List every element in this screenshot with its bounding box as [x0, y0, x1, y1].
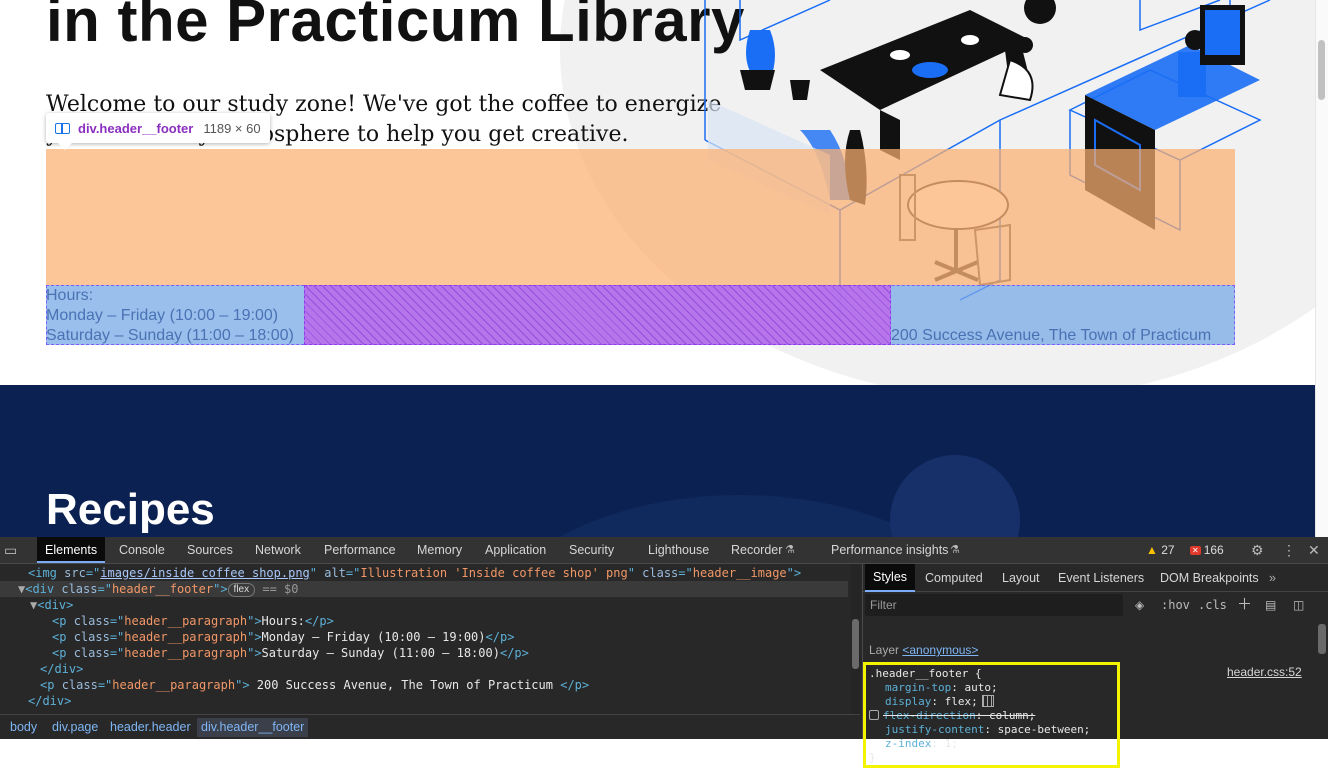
tab-security[interactable]: Security — [569, 537, 614, 563]
source-link[interactable]: header.css:52 — [1227, 665, 1302, 679]
flex-gap-overlay — [304, 285, 891, 345]
dom-node-p[interactable]: <p class="header__paragraph">Monday – Fr… — [52, 629, 514, 645]
close-icon[interactable]: ✕ — [1308, 537, 1320, 564]
inspect-tooltip: div.header__footer 1189 × 60 — [46, 113, 270, 150]
elements-scrollbar-thumb[interactable] — [852, 619, 859, 669]
tab-application[interactable]: Application — [485, 537, 546, 563]
tab-performance[interactable]: Performance — [324, 537, 396, 563]
decl-flex-direction[interactable]: flex-direction: column; — [869, 709, 1035, 723]
hov-toggle[interactable]: :hov — [1161, 594, 1190, 616]
web-page: in the Practicum Library Welcome to our … — [0, 0, 1315, 537]
flask-icon: ⚗ — [785, 544, 795, 556]
breadcrumb: body div.page header.header div.header__… — [0, 714, 860, 739]
tab-memory[interactable]: Memory — [417, 537, 462, 563]
tab-event-listeners[interactable]: Event Listeners — [1058, 564, 1144, 592]
devtools-panel: ▭ Elements Console Sources Network Perfo… — [0, 537, 1328, 768]
devtools-tabbar: ▭ Elements Console Sources Network Perfo… — [0, 537, 1328, 564]
hours-label: Hours: — [46, 287, 94, 304]
property-checkbox[interactable] — [869, 710, 879, 720]
flexbox-editor-icon[interactable] — [981, 695, 994, 707]
layer-anonymous-link[interactable]: <anonymous> — [902, 643, 978, 657]
dom-node-div-close[interactable]: </div> — [28, 693, 71, 709]
sidebar-toggle-icon[interactable]: ◫ — [1293, 594, 1304, 616]
more-vertical-icon[interactable]: ⋮ — [1282, 537, 1296, 564]
tab-styles[interactable]: Styles — [865, 564, 916, 592]
dom-node-div-close[interactable]: </div> — [40, 661, 83, 677]
more-tabs-icon[interactable]: » — [1269, 564, 1276, 592]
recipes-section: Recipes — [0, 385, 1315, 537]
dom-node-p-address[interactable]: <p class="header__paragraph"> 200 Succes… — [40, 677, 589, 693]
rule-close: } — [869, 751, 876, 764]
errors-count: 166 — [1203, 543, 1224, 557]
flex-badge[interactable]: flex — [227, 583, 256, 597]
error-icon: ✕ — [1190, 546, 1201, 555]
paint-icon[interactable]: ▤ — [1265, 594, 1276, 616]
address-text: 200 Success Avenue, The Town of Practicu… — [891, 327, 1212, 344]
tab-dom-breakpoints[interactable]: DOM Breakpoints — [1160, 564, 1259, 592]
tooltip-size: 1189 × 60 — [203, 120, 261, 136]
styles-filter-input[interactable]: Filter — [865, 594, 1123, 616]
layers-icon[interactable]: ◈ — [1135, 594, 1144, 616]
decl-justify-content[interactable]: justify-content: space-between; — [885, 723, 1090, 737]
decl-margin-top[interactable]: margin-top: auto; — [885, 681, 998, 695]
dom-node-img[interactable]: <img src="images/inside coffee shop.png"… — [28, 565, 801, 581]
styles-scrollbar-thumb[interactable] — [1318, 624, 1326, 654]
breadcrumb-header[interactable]: header.header — [110, 720, 191, 734]
rule-selector[interactable]: .header__footer { — [869, 667, 982, 681]
dom-node-div[interactable]: ▼<div> — [30, 597, 73, 613]
tab-network[interactable]: Network — [255, 537, 301, 563]
decl-z-index[interactable]: z-index: 1; — [885, 737, 958, 751]
warnings-counter[interactable]: ▲ 27 — [1146, 537, 1175, 564]
styles-tabbar: Styles Computed Layout Event Listeners D… — [863, 564, 1328, 592]
elements-scrollbar[interactable] — [851, 564, 860, 714]
weekday-hours: Monday – Friday (10:00 – 19:00) — [46, 307, 279, 324]
breadcrumb-body[interactable]: body — [10, 720, 37, 734]
page-scrollbar-thumb[interactable] — [1318, 40, 1325, 100]
css-rule-highlight: .header__footer { margin-top: auto; disp… — [863, 662, 1120, 768]
breadcrumb-header-footer[interactable]: div.header__footer — [197, 718, 309, 737]
flask-icon: ⚗ — [950, 544, 960, 556]
tooltip-selector: div.header__footer — [78, 120, 194, 136]
tab-performance-insights[interactable]: Performance insights — [831, 537, 948, 563]
gear-icon[interactable]: ⚙ — [1251, 537, 1264, 564]
tab-elements[interactable]: Elements — [37, 537, 106, 563]
decor-circle — [890, 455, 1020, 537]
dom-node-p[interactable]: <p class="header__paragraph">Saturday – … — [52, 645, 529, 661]
dom-node-header-footer[interactable]: ▼<div class="header__footer"> flex == $0 — [0, 581, 848, 597]
section-title: Recipes — [46, 485, 215, 534]
layer-label: Layer — [869, 643, 900, 657]
decl-display[interactable]: display: flex; — [885, 695, 994, 709]
warning-icon: ▲ — [1146, 543, 1158, 557]
tab-lighthouse[interactable]: Lighthouse — [648, 537, 709, 563]
tab-console[interactable]: Console — [119, 537, 165, 563]
styles-pane: Styles Computed Layout Event Listeners D… — [862, 564, 1328, 768]
warnings-count: 27 — [1161, 543, 1175, 557]
cls-toggle[interactable]: .cls — [1198, 594, 1227, 616]
tab-layout[interactable]: Layout — [1002, 564, 1040, 592]
errors-counter[interactable]: ✕ 166 — [1190, 537, 1224, 564]
layer-info: Layer <anonymous> — [869, 643, 978, 657]
tab-sources[interactable]: Sources — [187, 537, 233, 563]
elements-tree[interactable]: <img src="images/inside coffee shop.png"… — [0, 564, 850, 714]
breadcrumb-div-page[interactable]: div.page — [52, 720, 98, 734]
margin-overlay — [46, 149, 1235, 285]
element-grid-icon — [55, 122, 70, 134]
new-rule-icon[interactable]: ＋ — [1237, 594, 1252, 616]
weekend-hours: Saturday – Sunday (11:00 – 18:00) — [46, 327, 294, 344]
dom-node-p[interactable]: <p class="header__paragraph">Hours:</p> — [52, 613, 334, 629]
page-heading: in the Practicum Library — [46, 0, 745, 54]
device-toggle-icon[interactable]: ▭ — [4, 537, 17, 564]
tab-computed[interactable]: Computed — [925, 564, 983, 592]
tab-recorder[interactable]: Recorder — [731, 537, 782, 563]
